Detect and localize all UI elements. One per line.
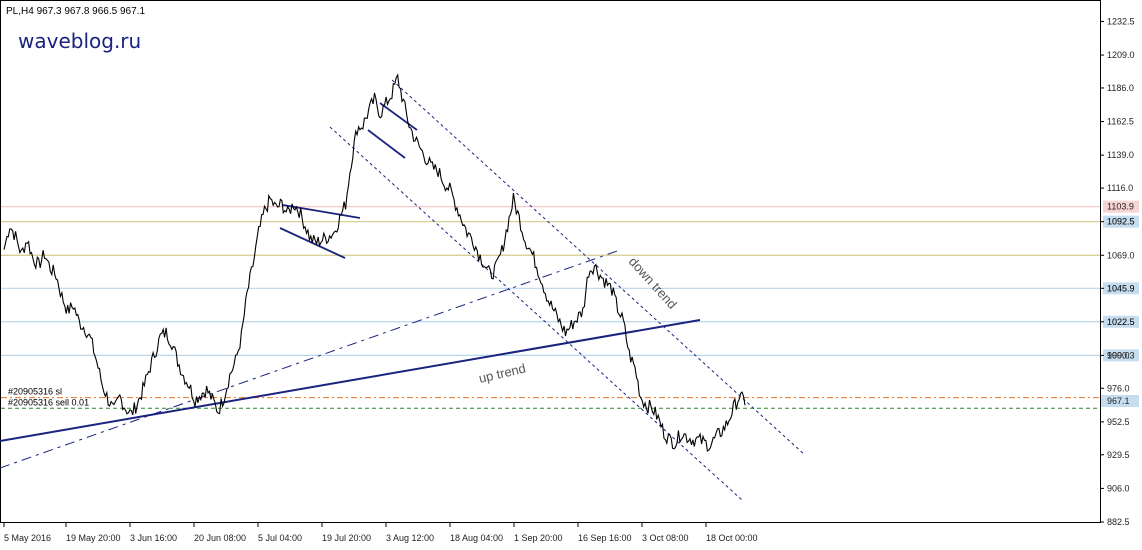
y-axis: 1232.5 1209.0 1186.0 1162.5 1139.0 1116.0 1092…: [1100, 16, 1139, 527]
y-tick-label: 1045.9: [1107, 283, 1135, 293]
y-tick-label: 1092.5: [1107, 217, 1135, 227]
y-tick-label: 1232.5: [1107, 16, 1135, 26]
symbol-header: PL,H4 967.3 967.8 966.5 967.1: [6, 6, 145, 17]
order-label-sl: #20905316 sl: [8, 387, 62, 397]
y-tick-label: 1162.5: [1107, 117, 1134, 127]
x-tick-label: 19 May 20:00: [66, 533, 121, 543]
x-tick-label: 16 Sep 16:00: [578, 533, 632, 543]
y-tick-label: 976.0: [1107, 383, 1130, 393]
y-tick-label: 1139.0: [1107, 150, 1134, 160]
x-tick-label: 3 Oct 08:00: [642, 533, 689, 543]
y-tick-label: 1069.0: [1107, 250, 1135, 260]
x-axis: 5 May 2016 19 May 20:00 3 Jun 16:00 20 Jun …: [3, 522, 758, 543]
y-tick-label: 906.0: [1107, 483, 1130, 493]
x-tick-label: 5 May 2016: [4, 533, 51, 543]
y-tick-label: 952.5: [1107, 417, 1130, 427]
x-tick-label: 5 Jul 04:00: [258, 533, 302, 543]
y-tick-label: 929.5: [1107, 450, 1130, 460]
price-chart: PL,H4 967.3 967.8 966.5 967.1 waveblog.r…: [0, 0, 1139, 543]
x-tick-label: 3 Jun 16:00: [130, 533, 177, 543]
y-tick-label: 1186.0: [1107, 83, 1134, 93]
x-tick-label: 20 Jun 08:00: [194, 533, 246, 543]
y-tick-label: 999.0: [1107, 350, 1130, 360]
y-tick-label: 1022.5: [1107, 317, 1135, 327]
y-tick-label: 1116.0: [1107, 183, 1133, 193]
y-tick-label: 1209.0: [1107, 50, 1135, 60]
brand-watermark: waveblog.ru: [18, 29, 141, 53]
x-tick-label: 19 Jul 20:00: [322, 533, 371, 543]
x-tick-label: 1 Sep 20:00: [514, 533, 563, 543]
x-tick-label: 18 Oct 00:00: [706, 533, 758, 543]
level-price-label: 1103.9: [1107, 202, 1134, 212]
order-label-sell: #20905316 sell 0.01: [8, 397, 89, 407]
current-price-label: 967.1: [1107, 396, 1130, 406]
x-tick-label: 3 Aug 12:00: [386, 533, 434, 543]
y-tick-label: 882.5: [1107, 517, 1130, 527]
x-tick-label: 18 Aug 04:00: [450, 533, 503, 543]
plot-frame: [0, 0, 1101, 523]
